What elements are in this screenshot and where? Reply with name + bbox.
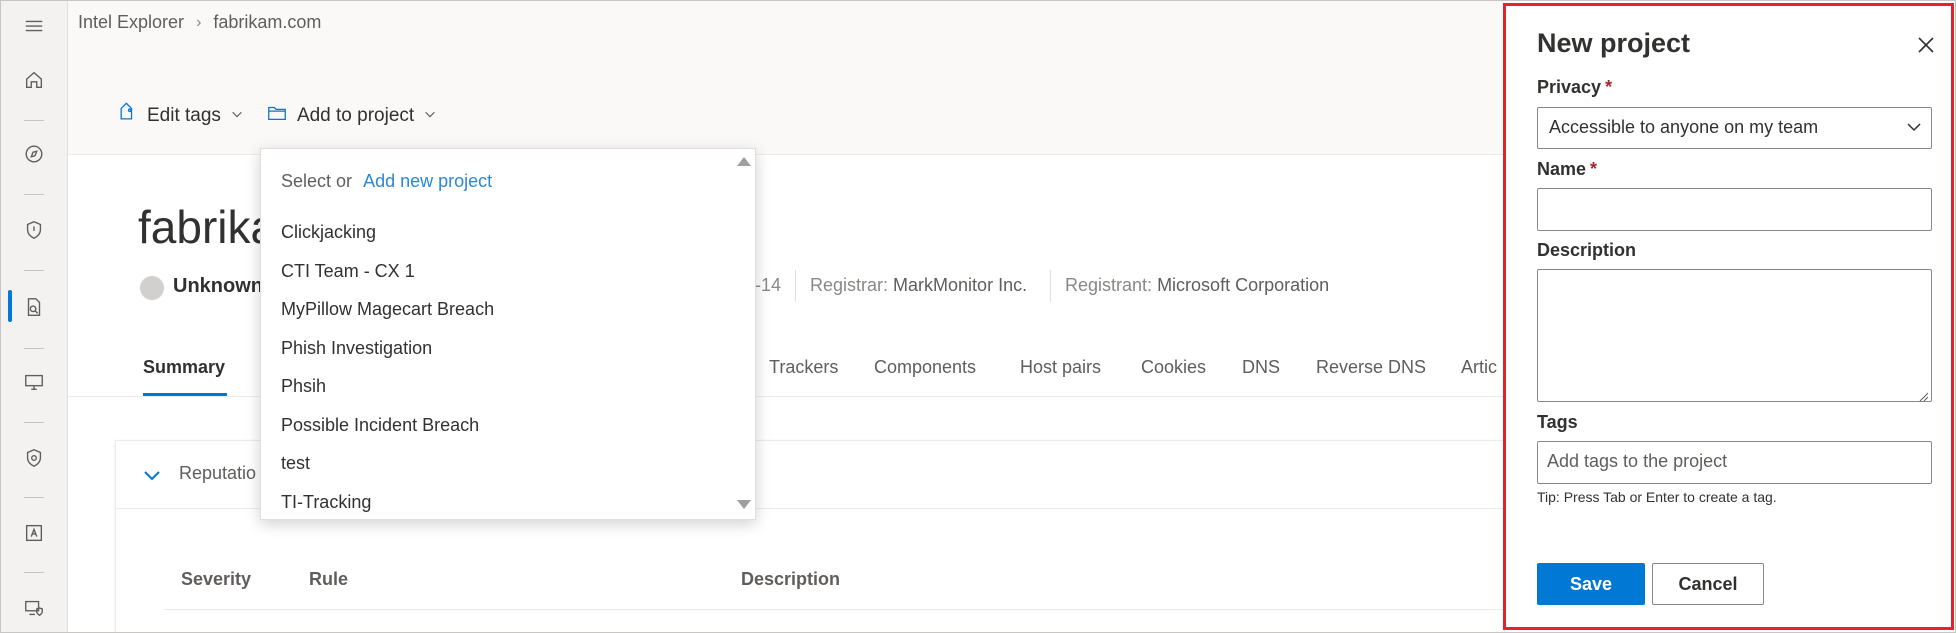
name-label-text: Name: [1537, 159, 1587, 179]
registrar-value: MarkMonitor Inc.: [893, 275, 1028, 295]
page-title: fabrika: [138, 201, 277, 253]
device-shield-icon[interactable]: [14, 588, 54, 628]
rail-divider: [24, 497, 44, 498]
edit-tags-button[interactable]: Edit tags: [116, 102, 244, 130]
description-field[interactable]: [1537, 269, 1932, 402]
contact-card-icon[interactable]: [14, 513, 54, 553]
chevron-down-icon: [423, 105, 437, 127]
folder-icon: [266, 102, 288, 130]
tag-icon: [116, 102, 138, 130]
privacy-selected-value: Accessible to anyone on my team: [1549, 117, 1819, 137]
rail-divider: [24, 194, 44, 195]
card-title: Reputatio: [179, 463, 257, 483]
reputation-status: Unknown: [173, 275, 263, 297]
edit-tags-label: Edit tags: [147, 105, 221, 126]
required-marker: *: [1605, 77, 1613, 97]
monitor-icon[interactable]: [14, 362, 54, 402]
rail-divider: [24, 270, 44, 271]
list-item[interactable]: Clickjacking: [281, 222, 376, 243]
home-icon[interactable]: [14, 60, 54, 100]
meta-divider: [1050, 270, 1051, 302]
table-header-divider: [164, 609, 1506, 610]
registrar-info: Registrar: MarkMonitor Inc.: [810, 275, 1027, 296]
tab-reverse-dns[interactable]: Reverse DNS: [1316, 357, 1426, 378]
scroll-up-icon[interactable]: [737, 157, 751, 166]
tab-summary[interactable]: Summary: [143, 357, 225, 378]
list-item[interactable]: Possible Incident Breach: [281, 415, 479, 436]
registrar-label: Registrar:: [810, 275, 889, 295]
name-field[interactable]: [1537, 188, 1932, 231]
required-marker: *: [1590, 159, 1598, 179]
status-dot-icon: [140, 276, 164, 300]
rail-divider: [24, 348, 44, 349]
add-new-project-link[interactable]: Add new project: [363, 171, 492, 191]
date-fragment: -14: [755, 275, 782, 295]
hamburger-icon[interactable]: [14, 6, 54, 46]
document-search-icon[interactable]: [14, 287, 54, 327]
tab-articles[interactable]: Artic: [1461, 357, 1497, 378]
breadcrumb-current: fabrikam.com: [213, 12, 322, 32]
tab-cookies[interactable]: Cookies: [1141, 357, 1206, 378]
column-header-severity: Severity: [181, 569, 252, 589]
cancel-button[interactable]: Cancel: [1652, 563, 1764, 605]
add-to-project-label: Add to project: [296, 105, 415, 126]
rail-divider: [24, 120, 44, 121]
tab-components[interactable]: Components: [874, 357, 976, 378]
registrant-info: Registrant: Microsoft Corporation: [1065, 275, 1329, 296]
tab-trackers[interactable]: Trackers: [769, 357, 838, 378]
chevron-down-icon[interactable]: [142, 465, 162, 485]
name-label: Name *: [1537, 159, 1597, 180]
tab-host-pairs[interactable]: Host pairs: [1020, 357, 1101, 378]
left-nav-rail: [0, 0, 68, 633]
save-button[interactable]: Save: [1537, 563, 1645, 605]
registrant-value: Microsoft Corporation: [1157, 275, 1330, 295]
privacy-label: Privacy *: [1537, 77, 1612, 98]
chevron-down-icon: [1905, 118, 1923, 136]
rail-divider: [24, 572, 44, 573]
toolbar: Edit tags Add to project: [116, 102, 437, 130]
shield-icon[interactable]: [14, 210, 54, 250]
tags-input[interactable]: Add tags to the project: [1537, 441, 1932, 484]
dropdown-prompt: Select or: [281, 171, 353, 191]
rail-divider: [24, 422, 44, 423]
list-item[interactable]: TI-Tracking: [281, 492, 371, 513]
shield-eye-icon[interactable]: [14, 438, 54, 478]
active-indicator: [8, 290, 12, 322]
new-project-panel: New project Privacy * Accessible to anyon…: [1503, 3, 1954, 630]
chevron-down-icon: [230, 105, 244, 127]
compass-icon[interactable]: [14, 134, 54, 174]
tags-tip: Tip: Press Tab or Enter to create a tag.: [1537, 489, 1777, 505]
tags-placeholder: Add tags to the project: [1547, 451, 1728, 471]
close-icon[interactable]: [1915, 34, 1937, 56]
description-label: Description: [1537, 240, 1637, 260]
add-to-project-button[interactable]: Add to project: [266, 102, 437, 130]
list-item[interactable]: Phish Investigation: [281, 338, 432, 359]
column-header-rule: Rule: [309, 569, 349, 589]
list-item[interactable]: MyPillow Magecart Breach: [281, 299, 494, 320]
column-header-description: Description: [741, 569, 841, 589]
tags-label: Tags: [1537, 412, 1578, 432]
breadcrumb: Intel Explorer › fabrikam.com: [78, 12, 321, 33]
privacy-label-text: Privacy: [1537, 77, 1602, 97]
meta-divider: [795, 270, 796, 302]
tab-dns[interactable]: DNS: [1242, 357, 1280, 378]
list-item[interactable]: Phsih: [281, 376, 326, 397]
breadcrumb-root[interactable]: Intel Explorer: [78, 12, 184, 33]
list-item[interactable]: CTI Team - CX 1: [281, 261, 415, 282]
dropdown-header: Select or Add new project: [281, 171, 492, 192]
scroll-down-icon[interactable]: [737, 500, 751, 509]
list-item[interactable]: test: [281, 453, 310, 474]
panel-title: New project: [1537, 28, 1691, 58]
registrant-label: Registrant:: [1065, 275, 1153, 295]
add-to-project-dropdown: Select or Add new project Clickjacking C…: [260, 148, 756, 520]
privacy-select[interactable]: Accessible to anyone on my team: [1537, 107, 1932, 149]
chevron-right-icon: ›: [196, 13, 202, 31]
resize-handle-icon[interactable]: [1919, 389, 1929, 402]
